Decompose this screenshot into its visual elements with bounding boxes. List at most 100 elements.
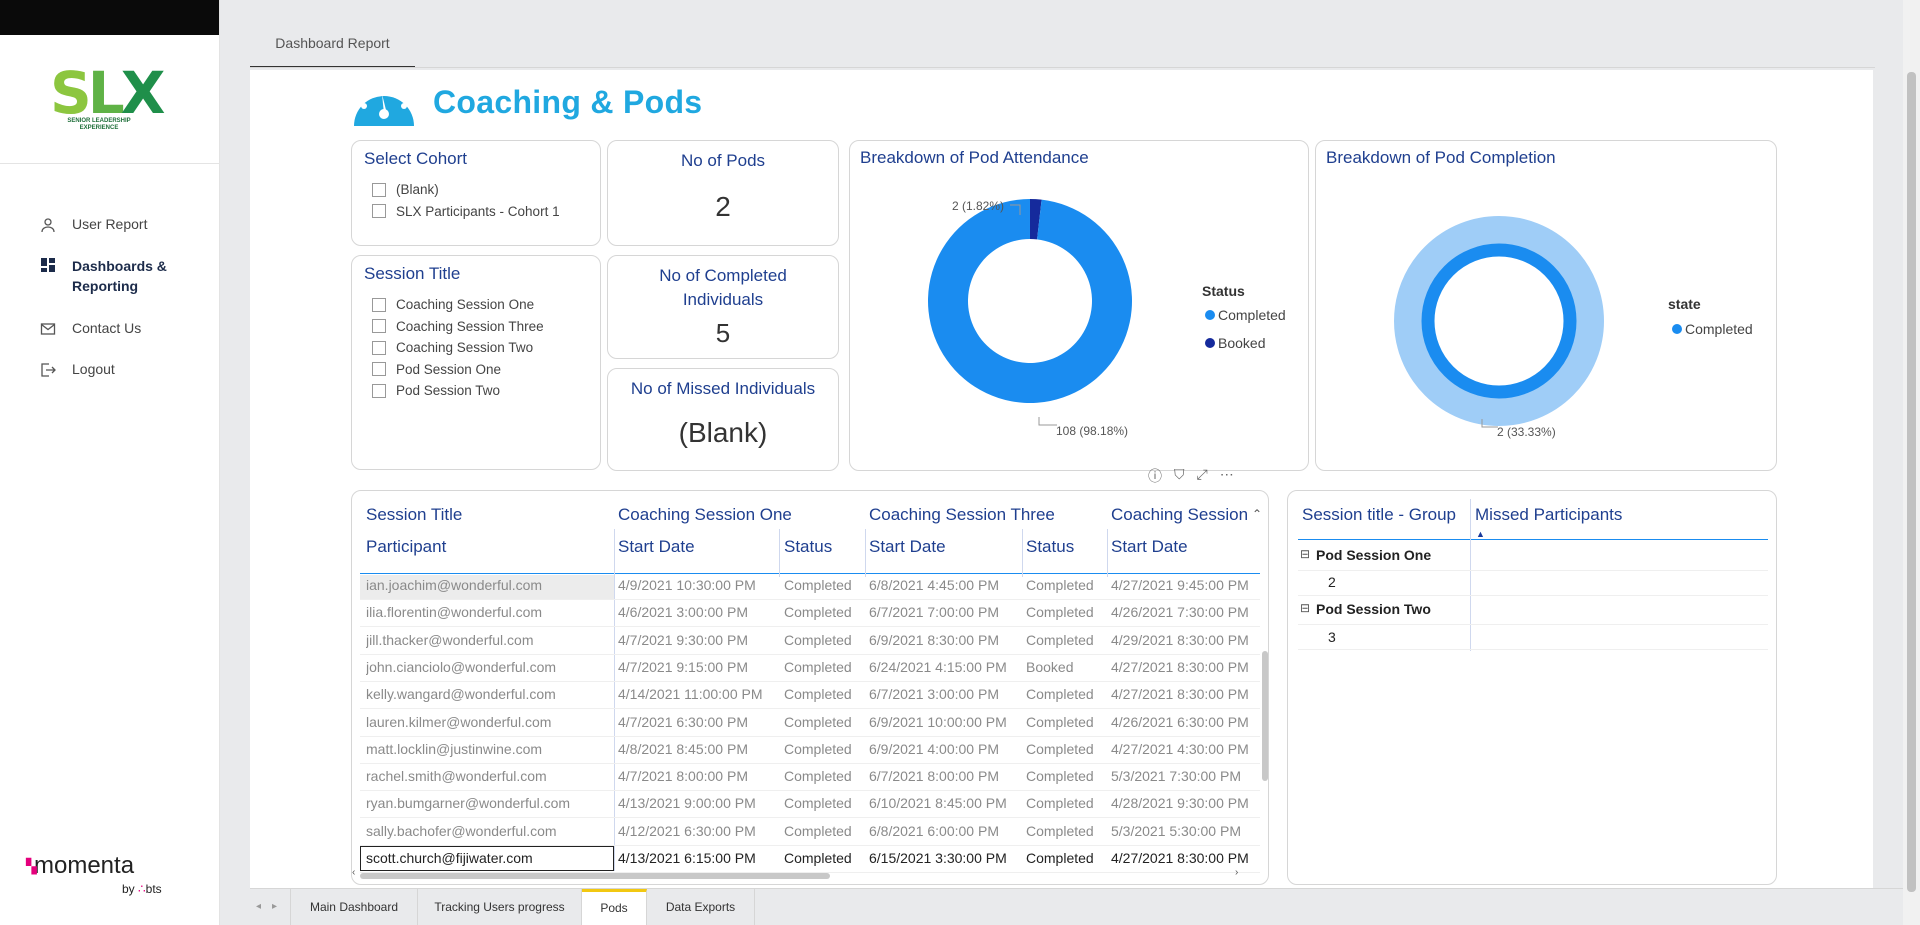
table-cell[interactable]: 4/7/2021 9:15:00 PM <box>618 659 780 675</box>
column-header-session-group[interactable]: Session title - Group <box>1302 505 1456 525</box>
table-cell[interactable]: 4/8/2021 8:45:00 PM <box>618 741 780 757</box>
table-cell[interactable]: Completed <box>784 850 866 866</box>
checkbox[interactable] <box>372 383 386 398</box>
table-cell[interactable]: 4/27/2021 8:30:00 PM <box>1111 686 1261 702</box>
table-cell[interactable]: Completed <box>784 741 866 757</box>
slicer-option[interactable]: (Blank) <box>372 179 560 201</box>
table-cell[interactable]: 4/7/2021 8:00:00 PM <box>618 768 780 784</box>
legend-item-completed[interactable]: Completed <box>1205 307 1286 323</box>
table-cell[interactable]: Completed <box>1026 768 1108 784</box>
table-cell[interactable]: 6/8/2021 6:00:00 PM <box>869 823 1021 839</box>
sidebar-item-user-report[interactable]: User Report <box>40 216 192 233</box>
participant-cell[interactable]: ryan.bumgarner@wonderful.com <box>366 795 612 811</box>
matrix-column-header[interactable]: Start Date <box>618 537 695 557</box>
missed-participants-table[interactable]: Session title - Group Missed Participant… <box>1287 490 1777 885</box>
table-cell[interactable]: 4/29/2021 8:30:00 PM <box>1111 632 1261 648</box>
slicer-option[interactable]: Coaching Session Two <box>372 337 544 359</box>
page-tab-main-dashboard[interactable]: Main Dashboard <box>290 889 418 925</box>
table-cell[interactable]: 4/14/2021 11:00:00 PM <box>618 686 780 702</box>
table-cell[interactable]: Completed <box>1026 823 1108 839</box>
sidebar-item-logout[interactable]: Logout <box>40 361 192 378</box>
table-cell[interactable]: Completed <box>784 659 866 675</box>
slicer-option[interactable]: Coaching Session One <box>372 294 544 316</box>
collapse-icon[interactable]: ⊟ <box>1300 547 1310 561</box>
participant-cell[interactable]: matt.locklin@justinwine.com <box>366 741 612 757</box>
participant-cell[interactable]: rachel.smith@wonderful.com <box>366 768 612 784</box>
scroll-thumb[interactable] <box>360 873 830 879</box>
help-icon[interactable]: ⓘ <box>1148 466 1162 486</box>
table-cell[interactable]: 4/27/2021 9:45:00 PM <box>1111 577 1261 593</box>
table-cell[interactable]: 4/13/2021 6:15:00 PM <box>618 850 780 866</box>
table-cell[interactable]: Completed <box>784 768 866 784</box>
participant-cell[interactable]: ian.joachim@wonderful.com <box>366 577 612 593</box>
table-cell[interactable]: 5/3/2021 5:30:00 PM <box>1111 823 1261 839</box>
matrix-column-header[interactable]: Status <box>784 537 832 557</box>
checkbox[interactable] <box>372 297 386 312</box>
tab-next-icon[interactable]: ▸ <box>272 901 277 912</box>
collapse-icon[interactable]: ⊟ <box>1300 601 1310 615</box>
table-cell[interactable]: 6/15/2021 3:30:00 PM <box>869 850 1021 866</box>
table-cell[interactable]: Completed <box>1026 577 1108 593</box>
table-cell[interactable]: 6/9/2021 4:00:00 PM <box>869 741 1021 757</box>
table-cell[interactable]: Booked <box>1026 659 1108 675</box>
scroll-up-icon[interactable]: ⌃ <box>1252 507 1262 521</box>
slx-logo[interactable]: SLX SENIOR LEADERSHIP EXPERIENCE <box>50 62 170 136</box>
participant-cell[interactable]: sally.bachofer@wonderful.com <box>366 823 612 839</box>
table-cell[interactable]: Completed <box>1026 850 1108 866</box>
slicer-option[interactable]: SLX Participants - Cohort 1 <box>372 201 560 223</box>
matrix-column-header[interactable]: Start Date <box>1111 537 1188 557</box>
checkbox[interactable] <box>372 340 386 355</box>
sidebar-item-contact-us[interactable]: Contact Us <box>40 320 192 337</box>
table-cell[interactable]: 4/28/2021 9:30:00 PM <box>1111 795 1261 811</box>
pod-completion-chart[interactable]: Breakdown of Pod Completion 2 (33.33%) s… <box>1315 140 1777 471</box>
slicer-option[interactable]: Pod Session Two <box>372 380 544 402</box>
table-cell[interactable]: 4/26/2021 6:30:00 PM <box>1111 714 1261 730</box>
table-cell[interactable]: Completed <box>784 632 866 648</box>
table-cell[interactable]: Completed <box>784 577 866 593</box>
sidebar-item-dashboards[interactable]: Dashboards & Reporting <box>40 256 192 296</box>
table-cell[interactable]: 4/7/2021 9:30:00 PM <box>618 632 780 648</box>
checkbox[interactable] <box>372 182 386 197</box>
table-cell[interactable]: 4/26/2021 7:30:00 PM <box>1111 604 1261 620</box>
table-cell[interactable]: 4/6/2021 3:00:00 PM <box>618 604 780 620</box>
page-scrollbar[interactable] <box>1903 0 1920 925</box>
matrix-vertical-scrollbar[interactable] <box>1262 651 1268 781</box>
checkbox[interactable] <box>372 362 386 377</box>
pod-attendance-chart[interactable]: Breakdown of Pod Attendance 2 (1.82%) 10… <box>849 140 1309 471</box>
slicer-option[interactable]: Coaching Session Three <box>372 316 544 338</box>
scroll-thumb[interactable] <box>1907 72 1916 892</box>
table-cell[interactable]: 6/7/2021 8:00:00 PM <box>869 768 1021 784</box>
table-cell[interactable]: 4/7/2021 6:30:00 PM <box>618 714 780 730</box>
legend-item-completed[interactable]: Completed <box>1672 321 1753 337</box>
matrix-column-header[interactable]: Status <box>1026 537 1074 557</box>
table-cell[interactable]: 6/9/2021 8:30:00 PM <box>869 632 1021 648</box>
slice-outer-ring[interactable] <box>1394 216 1604 426</box>
table-cell[interactable]: Completed <box>784 823 866 839</box>
scroll-right-icon[interactable]: › <box>1235 867 1238 878</box>
sort-ascending-icon[interactable]: ▲ <box>1476 529 1485 539</box>
page-tab-pods[interactable]: Pods <box>582 889 647 925</box>
tab-prev-icon[interactable]: ◂ <box>256 901 261 912</box>
table-cell[interactable]: 4/12/2021 6:30:00 PM <box>618 823 780 839</box>
table-cell[interactable]: 4/27/2021 8:30:00 PM <box>1111 659 1261 675</box>
scroll-left-icon[interactable]: ‹ <box>352 867 355 878</box>
table-cell[interactable]: 4/9/2021 10:30:00 PM <box>618 577 780 593</box>
participant-cell[interactable]: jill.thacker@wonderful.com <box>366 632 612 648</box>
table-cell[interactable]: Completed <box>1026 632 1108 648</box>
table-cell[interactable]: 6/24/2021 4:15:00 PM <box>869 659 1021 675</box>
table-cell[interactable]: Completed <box>784 714 866 730</box>
table-cell[interactable]: 4/13/2021 9:00:00 PM <box>618 795 780 811</box>
matrix-column-header[interactable]: Start Date <box>869 537 946 557</box>
matrix-column-header[interactable]: Participant <box>366 537 446 557</box>
focus-mode-icon[interactable]: ⤢ <box>1197 466 1208 486</box>
table-cell[interactable]: Completed <box>784 686 866 702</box>
participant-matrix[interactable]: Session Title Coaching Session One Coach… <box>351 490 1269 885</box>
table-cell[interactable]: Completed <box>1026 714 1108 730</box>
table-cell[interactable]: 6/8/2021 4:45:00 PM <box>869 577 1021 593</box>
table-cell[interactable]: Completed <box>1026 604 1108 620</box>
table-cell[interactable]: 6/10/2021 8:45:00 PM <box>869 795 1021 811</box>
participant-cell[interactable]: lauren.kilmer@wonderful.com <box>366 714 612 730</box>
table-cell[interactable]: Completed <box>1026 686 1108 702</box>
column-header-missed[interactable]: Missed Participants <box>1475 505 1622 525</box>
legend-item-booked[interactable]: Booked <box>1205 335 1265 351</box>
